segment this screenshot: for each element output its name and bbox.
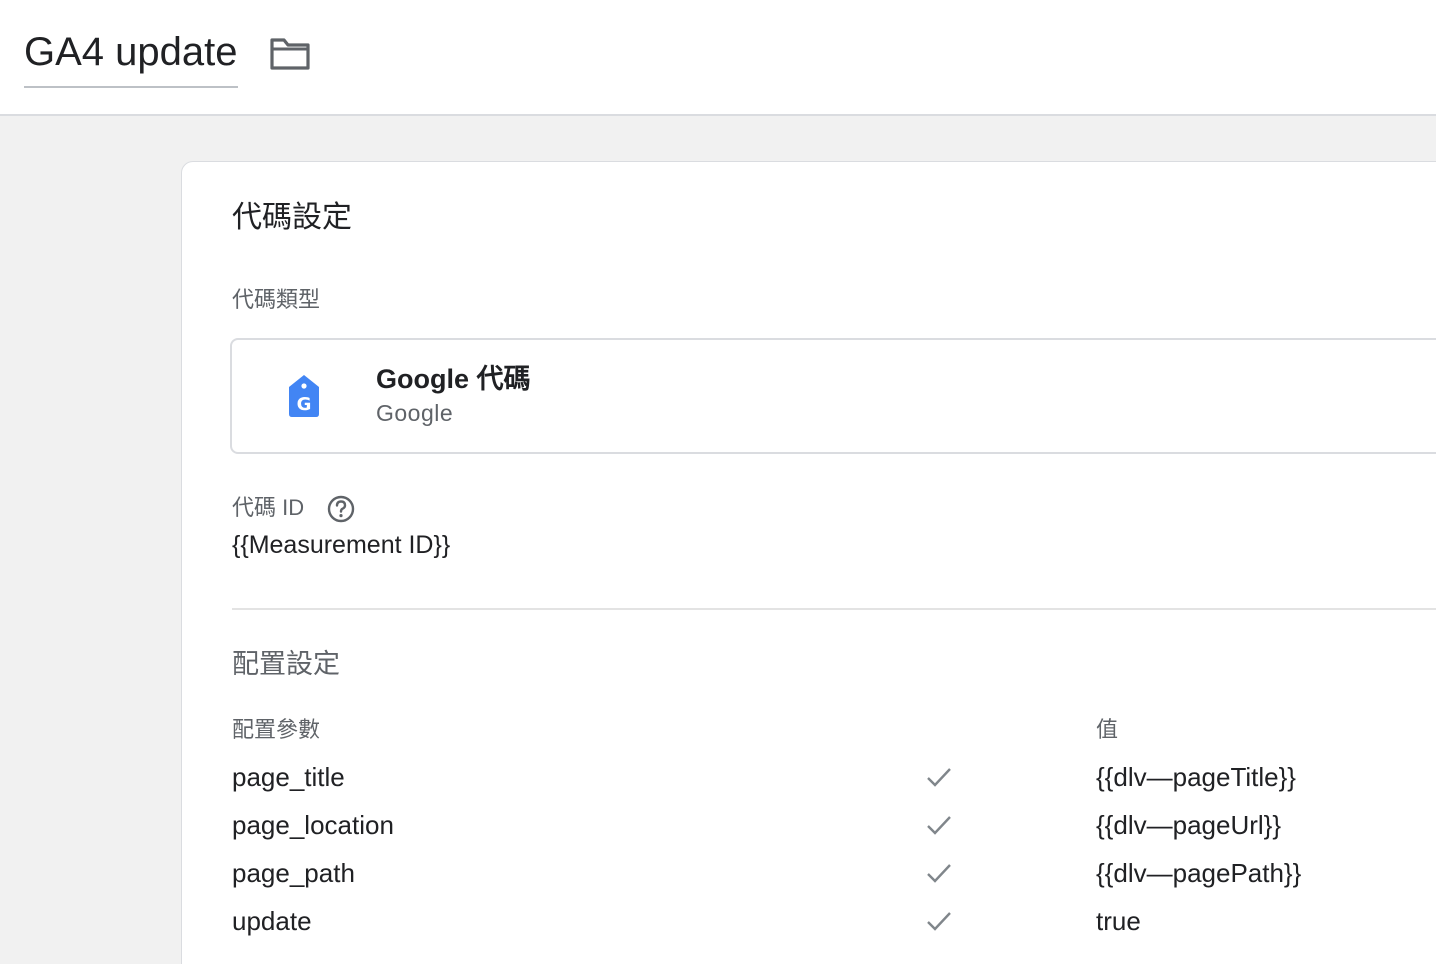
tag-type-label: 代碼類型 (232, 287, 321, 312)
svg-text:G: G (297, 394, 312, 415)
tag-type-name: Google 代碼 (376, 364, 531, 394)
header-bar: GA4 update (0, 0, 1436, 116)
help-circle-icon[interactable] (326, 494, 356, 524)
divider (232, 608, 1436, 610)
tag-title-field[interactable]: GA4 update (24, 26, 238, 88)
section-title: 代碼設定 (232, 201, 352, 234)
config-settings-title: 配置設定 (232, 649, 340, 679)
param-value: {{dlv—pagePath}} (1096, 858, 1302, 888)
tag-title[interactable]: GA4 update (24, 26, 238, 78)
check-icon (926, 766, 952, 788)
param-column-header: 配置參數 (232, 717, 321, 742)
tag-type-vendor: Google (376, 400, 454, 426)
google-tag-icon: G (286, 374, 322, 418)
tag-type-selector[interactable]: G Google 代碼 Google (230, 338, 1436, 454)
param-name: page_location (232, 810, 394, 840)
value-column-header: 值 (1096, 717, 1119, 742)
table-row: update true (182, 904, 1436, 952)
param-name: page_path (232, 858, 355, 888)
tag-id-value: {{Measurement ID}} (232, 531, 451, 559)
tag-configuration-card: 代碼設定 代碼類型 G Google 代碼 Google 代碼 ID {{Mea… (181, 161, 1436, 964)
param-name: page_title (232, 762, 345, 792)
check-icon (926, 910, 952, 932)
page: GA4 update 代碼設定 代碼類型 G Google 代碼 Google … (0, 0, 1436, 964)
param-name: update (232, 906, 312, 936)
table-row: page_path {{dlv—pagePath}} (182, 856, 1436, 904)
table-row: page_title {{dlv—pageTitle}} (182, 760, 1436, 808)
param-value: true (1096, 906, 1141, 936)
folder-icon[interactable] (268, 34, 312, 74)
table-row: page_location {{dlv—pageUrl}} (182, 808, 1436, 856)
check-icon (926, 814, 952, 836)
tag-id-label: 代碼 ID (232, 495, 305, 520)
param-value: {{dlv—pageTitle}} (1096, 762, 1296, 792)
param-value: {{dlv—pageUrl}} (1096, 810, 1282, 840)
check-icon (926, 862, 952, 884)
